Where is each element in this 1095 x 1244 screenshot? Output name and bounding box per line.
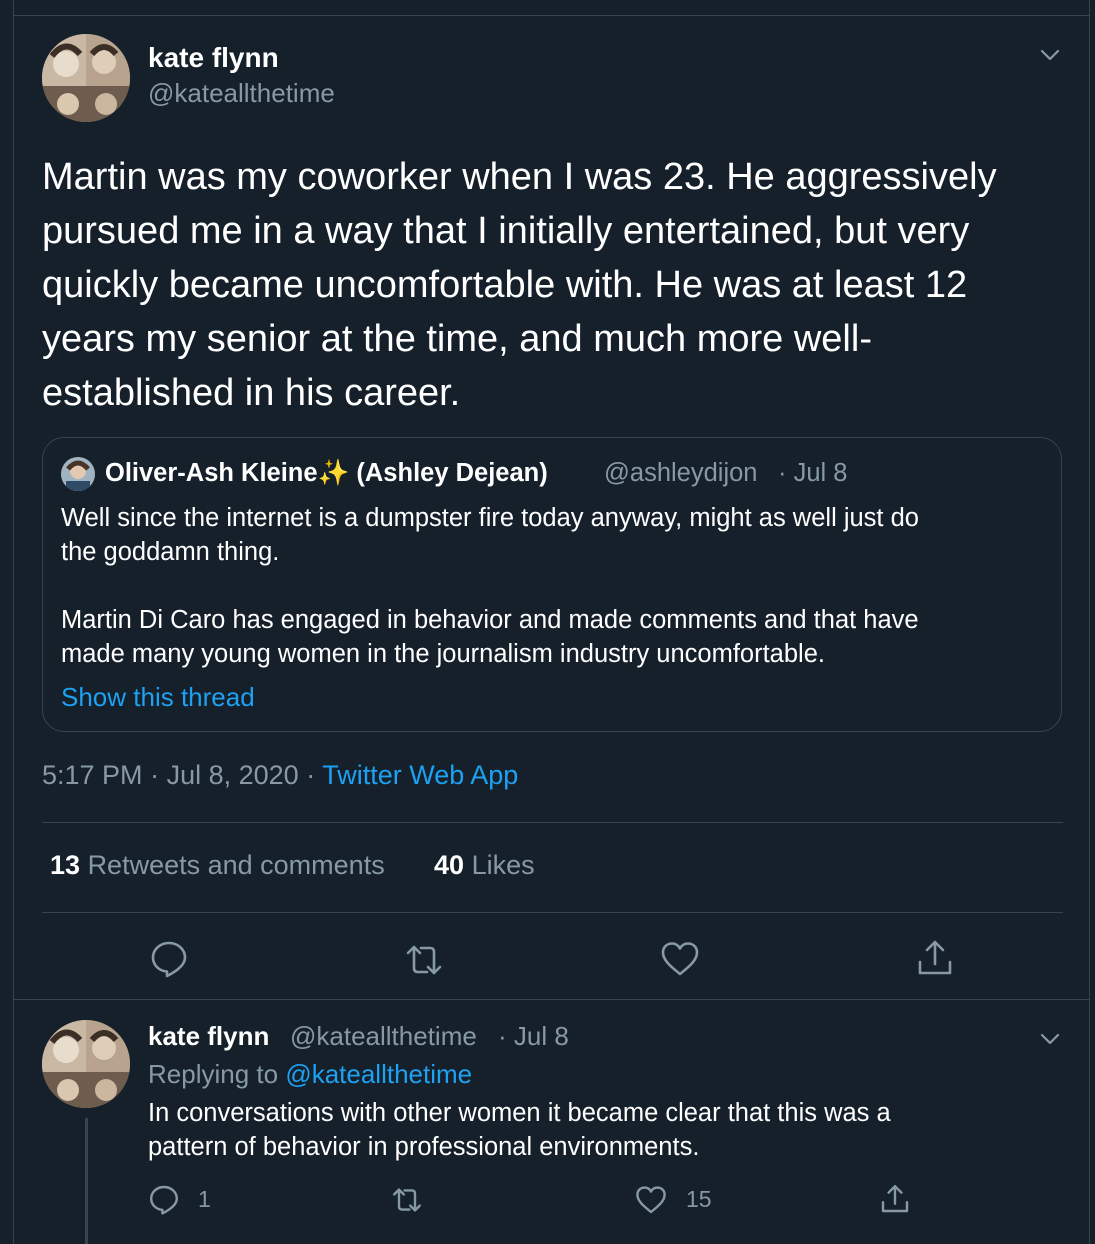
reply-icon[interactable] bbox=[149, 938, 189, 978]
likes-label: Likes bbox=[471, 850, 535, 880]
meta-separator: · bbox=[150, 760, 160, 790]
tweet-text-line: quickly became uncomfortable with. He wa… bbox=[42, 264, 968, 306]
retweet-icon[interactable] bbox=[404, 940, 444, 980]
like-count: 15 bbox=[686, 1186, 712, 1212]
reply-icon[interactable] bbox=[148, 1183, 180, 1215]
tweet-meta: 5:17 PM · Jul 8, 2020 · Twitter Web App bbox=[42, 760, 518, 791]
column-border-left bbox=[13, 0, 14, 1244]
reply-author-handle[interactable]: @kateallthetime bbox=[290, 1021, 477, 1052]
tweet-text-line: years my senior at the time, and much mo… bbox=[42, 318, 872, 360]
quoted-author-avatar bbox=[61, 457, 95, 491]
tweet-divider bbox=[13, 999, 1090, 1000]
quoted-text-line: the goddamn thing. bbox=[61, 538, 280, 566]
quoted-text-line: made many young women in the journalism … bbox=[61, 640, 825, 668]
likes-count: 40 bbox=[434, 850, 465, 880]
column-border-right bbox=[1089, 0, 1090, 1244]
tweet-time[interactable]: 5:17 PM bbox=[42, 760, 143, 790]
quoted-text-line: Well since the internet is a dumpster fi… bbox=[61, 504, 919, 532]
author-handle[interactable]: @kateallthetime bbox=[148, 78, 335, 109]
quoted-tweet[interactable]: Oliver-Ash Kleine✨ (Ashley Dejean) @ashl… bbox=[42, 437, 1062, 732]
tweet-date[interactable]: Jul 8, 2020 bbox=[167, 760, 299, 790]
top-divider bbox=[13, 15, 1090, 16]
reply-text-line: In conversations with other women it bec… bbox=[148, 1099, 891, 1127]
share-icon[interactable] bbox=[879, 1183, 911, 1215]
replying-to-handle[interactable]: @kateallthetime bbox=[285, 1059, 472, 1089]
tweet-source-link[interactable]: Twitter Web App bbox=[322, 760, 518, 790]
stats-divider-top bbox=[42, 822, 1063, 823]
meta-separator: · bbox=[306, 760, 316, 790]
reply-date[interactable]: · Jul 8 bbox=[498, 1021, 569, 1052]
retweets-count: 13 bbox=[50, 850, 81, 880]
reply-text-line: pattern of behavior in professional envi… bbox=[148, 1133, 700, 1161]
like-icon[interactable] bbox=[635, 1184, 667, 1216]
replying-to-label: Replying to bbox=[148, 1059, 279, 1089]
show-thread-link[interactable]: Show this thread bbox=[61, 682, 255, 713]
tweet-text-line: Martin was my coworker when I was 23. He… bbox=[42, 156, 997, 198]
tweet-page: kate flynn @kateallthetime Martin was my… bbox=[0, 0, 1095, 1244]
thread-connector bbox=[85, 1118, 88, 1244]
author-name[interactable]: kate flynn bbox=[148, 42, 279, 74]
reply-count: 1 bbox=[198, 1186, 211, 1212]
quoted-date: · Jul 8 bbox=[778, 459, 848, 487]
reply-author-name[interactable]: kate flynn bbox=[148, 1021, 269, 1052]
avatar-photo bbox=[42, 34, 130, 122]
chevron-down-icon[interactable] bbox=[1036, 1025, 1064, 1053]
retweets-stat[interactable]: 13 Retweets and comments bbox=[50, 850, 385, 881]
share-icon[interactable] bbox=[915, 938, 955, 978]
likes-stat[interactable]: 40 Likes bbox=[434, 850, 535, 881]
reply-author-avatar[interactable] bbox=[42, 1020, 130, 1108]
replying-to: Replying to @kateallthetime bbox=[148, 1059, 472, 1090]
tweet-text: Martin was my coworker when I was 23. He… bbox=[42, 150, 1072, 420]
chevron-down-icon[interactable] bbox=[1036, 41, 1064, 69]
quoted-author-name: Oliver-Ash Kleine✨ (Ashley Dejean) bbox=[105, 459, 548, 487]
avatar-photo bbox=[42, 1020, 130, 1108]
quoted-author-handle: @ashleydijon bbox=[604, 459, 758, 487]
like-icon[interactable] bbox=[660, 939, 700, 979]
author-avatar[interactable] bbox=[42, 34, 130, 122]
tweet-text-line: pursued me in a way that I initially ent… bbox=[42, 210, 970, 252]
quoted-text-line: Martin Di Caro has engaged in behavior a… bbox=[61, 606, 919, 634]
stats-divider-bottom bbox=[42, 912, 1063, 913]
tweet-text-line: established in his career. bbox=[42, 372, 461, 414]
retweet-icon[interactable] bbox=[391, 1184, 423, 1216]
retweets-label: Retweets and comments bbox=[87, 850, 385, 880]
reply-text: In conversations with other women it bec… bbox=[148, 1096, 891, 1164]
